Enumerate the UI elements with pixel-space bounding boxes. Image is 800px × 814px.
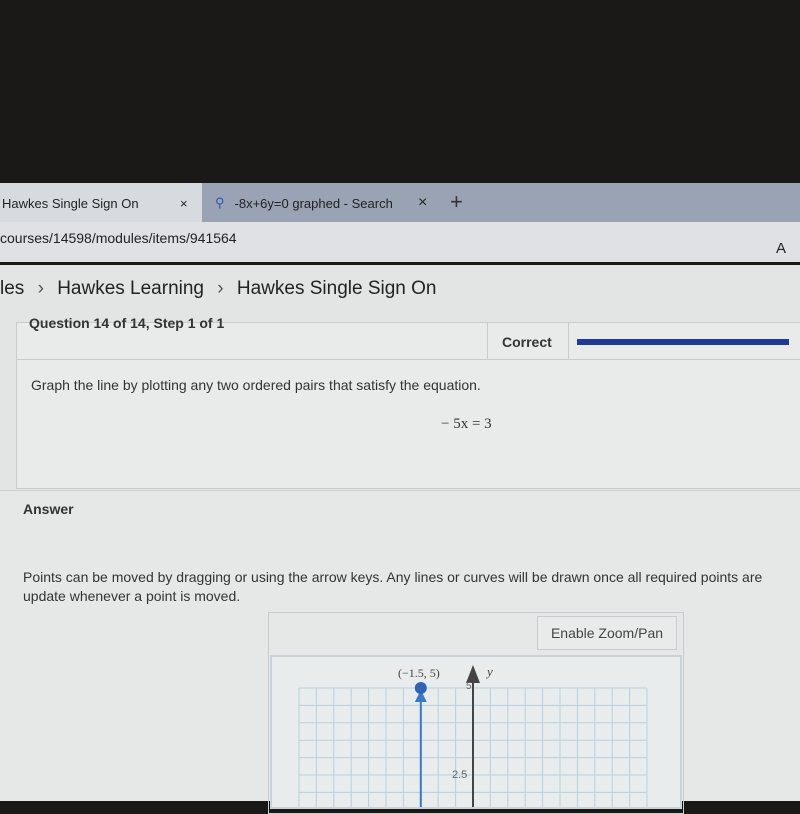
breadcrumb-item[interactable]: Hawkes Learning: [57, 278, 204, 299]
draggable-point[interactable]: [414, 682, 427, 694]
point-label: (−1.5, 5): [398, 666, 440, 680]
separator: ›: [217, 278, 224, 299]
question-card: Question 14 of 14, Step 1 of 1 Correct G…: [16, 315, 800, 489]
answer-label: Answer: [23, 501, 74, 517]
graph-area[interactable]: (−1.5, 5) y 5 2.5: [270, 655, 682, 811]
search-icon: ⚲: [215, 195, 225, 210]
separator: ›: [37, 278, 44, 299]
status-text: Correct: [502, 334, 552, 350]
instructions: Points can be moved by dragging or using…: [23, 569, 763, 585]
close-tab-icon[interactable]: ×: [418, 194, 427, 212]
breadcrumb-item: Hawkes Single Sign On: [236, 278, 437, 299]
tab-label: Hawkes Single Sign On: [2, 195, 139, 211]
breadcrumb-item[interactable]: les: [0, 278, 24, 299]
y-axis-label: y: [487, 664, 493, 679]
address-bar[interactable]: courses/14598/modules/items/941564 A: [0, 222, 800, 262]
y-tick-label: 2.5: [452, 769, 468, 781]
y-tick-label: 5: [466, 681, 472, 692]
tab-hawkes-sso[interactable]: Hawkes Single Sign On ×: [0, 183, 202, 223]
tab-bar: Hawkes Single Sign On × ⚲ -8x+6y=0 graph…: [0, 183, 800, 223]
tab-label: -8x+6y=0 graphed - Search: [234, 195, 393, 211]
graph-svg[interactable]: [272, 657, 680, 811]
close-tab-icon[interactable]: ×: [180, 196, 188, 211]
breadcrumb: les › Hawkes Learning › Hawkes Single Si…: [0, 278, 437, 300]
tab-search[interactable]: ⚲ -8x+6y=0 graphed - Search ×: [203, 183, 443, 223]
progress-bar: [577, 339, 789, 345]
new-tab-button[interactable]: +: [450, 189, 463, 215]
instructions-2: update whenever a point is moved.: [23, 588, 241, 604]
question-header: Question 14 of 14, Step 1 of 1: [29, 315, 225, 331]
equation: − 5x = 3: [441, 416, 492, 432]
question-prompt: Graph the line by plotting any two order…: [31, 377, 481, 393]
url-text: courses/14598/modules/items/941564: [0, 230, 237, 246]
enable-zoom-pan-button[interactable]: Enable Zoom/Pan: [537, 616, 677, 650]
read-aloud-icon[interactable]: A: [776, 240, 786, 257]
